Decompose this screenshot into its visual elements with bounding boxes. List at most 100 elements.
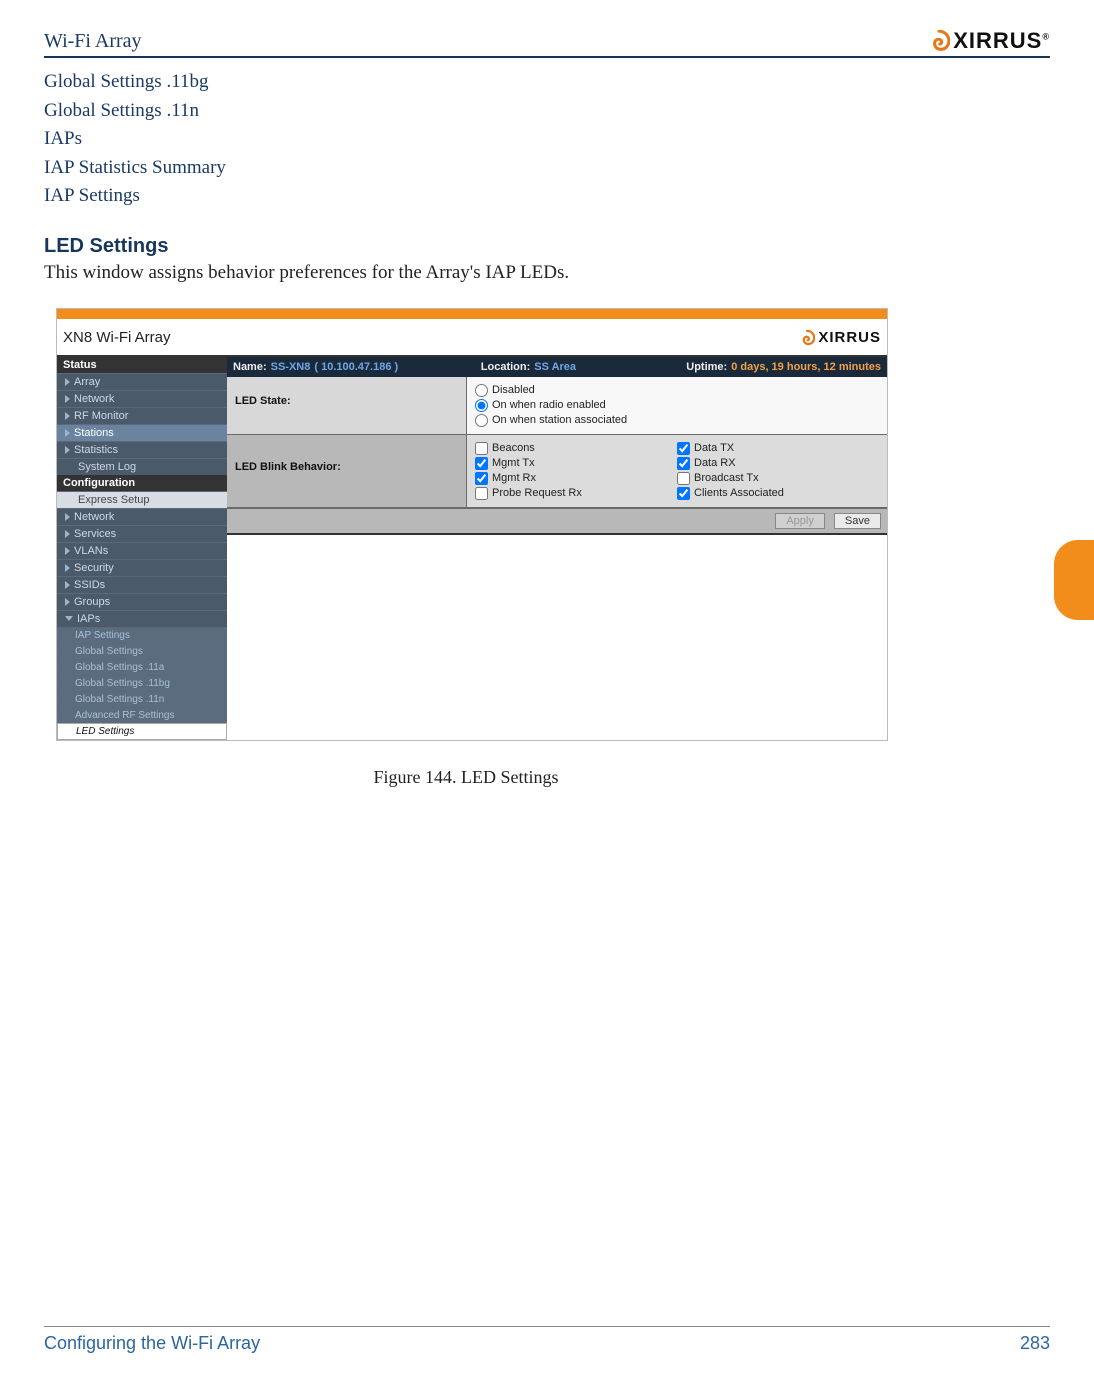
option-label: Data TX	[694, 442, 734, 454]
option-label: On when station associated	[492, 414, 627, 426]
brand-logo: XIRRUS®	[928, 28, 1050, 54]
sidebar-sub-11n[interactable]: Global Settings .11n	[57, 691, 227, 707]
checkbox-input[interactable]	[677, 487, 690, 500]
sidebar-item-statistics[interactable]: Statistics	[57, 441, 227, 458]
name-label: Name:	[233, 361, 267, 373]
uptime-label: Uptime:	[686, 361, 727, 373]
screenshot: XN8 Wi-Fi Array XIRRUS Status Array Netw…	[56, 308, 888, 741]
caret-icon	[65, 395, 70, 403]
row-led-state: LED State: DisabledOn when radio enabled…	[227, 377, 887, 435]
sidebar-item-security[interactable]: Security	[57, 559, 227, 576]
section-heading: LED Settings	[44, 235, 1050, 258]
brand-text: XIRRUS®	[953, 28, 1050, 54]
ip-value: ( 10.100.47.186 )	[314, 361, 398, 373]
footer-title: Configuring the Wi-Fi Array	[44, 1333, 260, 1354]
page-header: Wi-Fi Array XIRRUS®	[44, 28, 1050, 58]
checkbox-input[interactable]	[475, 472, 488, 485]
location-label: Location:	[481, 361, 531, 373]
sidebar-item-services[interactable]: Services	[57, 525, 227, 542]
caret-icon	[65, 581, 70, 589]
blink-option[interactable]: Data RX	[677, 456, 879, 471]
xref-link[interactable]: Global Settings .11n	[44, 97, 1050, 126]
caret-icon	[65, 547, 70, 555]
led-state-option[interactable]: On when radio enabled	[475, 398, 879, 413]
screenshot-titlebar: XN8 Wi-Fi Array XIRRUS	[57, 319, 887, 355]
checkbox-input[interactable]	[677, 472, 690, 485]
brand-text-small: XIRRUS	[818, 329, 881, 346]
blink-option[interactable]: Broadcast Tx	[677, 471, 879, 486]
radio-input[interactable]	[475, 384, 488, 397]
figure: XN8 Wi-Fi Array XIRRUS Status Array Netw…	[56, 308, 888, 788]
caret-icon	[65, 564, 70, 572]
sidebar-sub-11a[interactable]: Global Settings .11a	[57, 659, 227, 675]
page-footer: Configuring the Wi-Fi Array 283	[44, 1326, 1050, 1354]
sidebar-item-stations[interactable]: Stations	[57, 424, 227, 441]
option-label: Clients Associated	[694, 487, 784, 499]
xref-link[interactable]: IAPs	[44, 125, 1050, 154]
blank-area	[227, 533, 887, 585]
sidebar-item-vlans[interactable]: VLANs	[57, 542, 227, 559]
radio-input[interactable]	[475, 414, 488, 427]
content-pane: Name: SS-XN8 ( 10.100.47.186 ) Location:…	[227, 357, 887, 585]
option-label: On when radio enabled	[492, 399, 606, 411]
caret-icon	[65, 429, 70, 437]
sidebar-sub-led[interactable]: LED Settings	[57, 723, 227, 740]
sidebar-sub-advrf[interactable]: Advanced RF Settings	[57, 707, 227, 723]
option-label: Broadcast Tx	[694, 472, 759, 484]
sidebar-item-express[interactable]: Express Setup	[57, 491, 227, 508]
radio-input[interactable]	[475, 399, 488, 412]
save-button[interactable]: Save	[834, 513, 881, 529]
led-blink-label: LED Blink Behavior:	[227, 435, 467, 507]
button-row: Apply Save	[227, 508, 887, 533]
location-value[interactable]: SS Area	[534, 361, 576, 373]
xref-link[interactable]: Global Settings .11bg	[44, 68, 1050, 97]
page-number: 283	[1020, 1333, 1050, 1354]
blink-option[interactable]: Mgmt Tx	[475, 456, 677, 471]
sidebar-item-array[interactable]: Array	[57, 373, 227, 390]
xref-link[interactable]: IAP Settings	[44, 182, 1050, 211]
checkbox-input[interactable]	[475, 487, 488, 500]
link-list: Global Settings .11bg Global Settings .1…	[44, 68, 1050, 211]
blink-option[interactable]: Beacons	[475, 441, 677, 456]
sidebar-item-ssids[interactable]: SSIDs	[57, 576, 227, 593]
sidebar-sub-11bg[interactable]: Global Settings .11bg	[57, 675, 227, 691]
sidebar-sub-global[interactable]: Global Settings	[57, 643, 227, 659]
sidebar-item-systemlog[interactable]: System Log	[57, 458, 227, 475]
option-label: Mgmt Rx	[492, 472, 536, 484]
blink-option[interactable]: Clients Associated	[677, 486, 879, 501]
apply-button[interactable]: Apply	[775, 513, 825, 529]
led-state-option[interactable]: On when station associated	[475, 413, 879, 428]
blink-option[interactable]: Mgmt Rx	[475, 471, 677, 486]
accent-bar	[57, 309, 887, 319]
blink-option[interactable]: Probe Request Rx	[475, 486, 677, 501]
sidebar-header-config: Configuration	[57, 475, 227, 491]
caret-icon	[65, 598, 70, 606]
sidebar-item-network2[interactable]: Network	[57, 508, 227, 525]
caret-icon	[65, 513, 70, 521]
caret-icon	[65, 378, 70, 386]
doc-title: Wi-Fi Array	[44, 30, 142, 53]
sidebar-item-rfmonitor[interactable]: RF Monitor	[57, 407, 227, 424]
sidebar-item-network[interactable]: Network	[57, 390, 227, 407]
blink-option[interactable]: Data TX	[677, 441, 879, 456]
option-label: Probe Request Rx	[492, 487, 582, 499]
sidebar-item-groups[interactable]: Groups	[57, 593, 227, 610]
name-value[interactable]: SS-XN8	[271, 361, 311, 373]
sidebar-sub-iapsettings[interactable]: IAP Settings	[57, 627, 227, 643]
device-title: XN8 Wi-Fi Array	[63, 329, 171, 346]
section-body: This window assigns behavior preferences…	[44, 262, 1050, 284]
checkbox-input[interactable]	[677, 442, 690, 455]
figure-caption: Figure 144. LED Settings	[44, 767, 888, 788]
section-tab	[1054, 540, 1094, 620]
sidebar-item-iaps[interactable]: IAPs	[57, 610, 227, 627]
swirl-icon	[799, 330, 815, 346]
checkbox-input[interactable]	[475, 457, 488, 470]
checkbox-input[interactable]	[677, 457, 690, 470]
sidebar: Status Array Network RF Monitor Stations…	[57, 357, 227, 740]
sidebar-header-status: Status	[57, 357, 227, 373]
checkbox-input[interactable]	[475, 442, 488, 455]
brand-logo-small: XIRRUS	[799, 329, 881, 346]
caret-down-icon	[65, 616, 73, 621]
led-state-option[interactable]: Disabled	[475, 383, 879, 398]
xref-link[interactable]: IAP Statistics Summary	[44, 154, 1050, 183]
